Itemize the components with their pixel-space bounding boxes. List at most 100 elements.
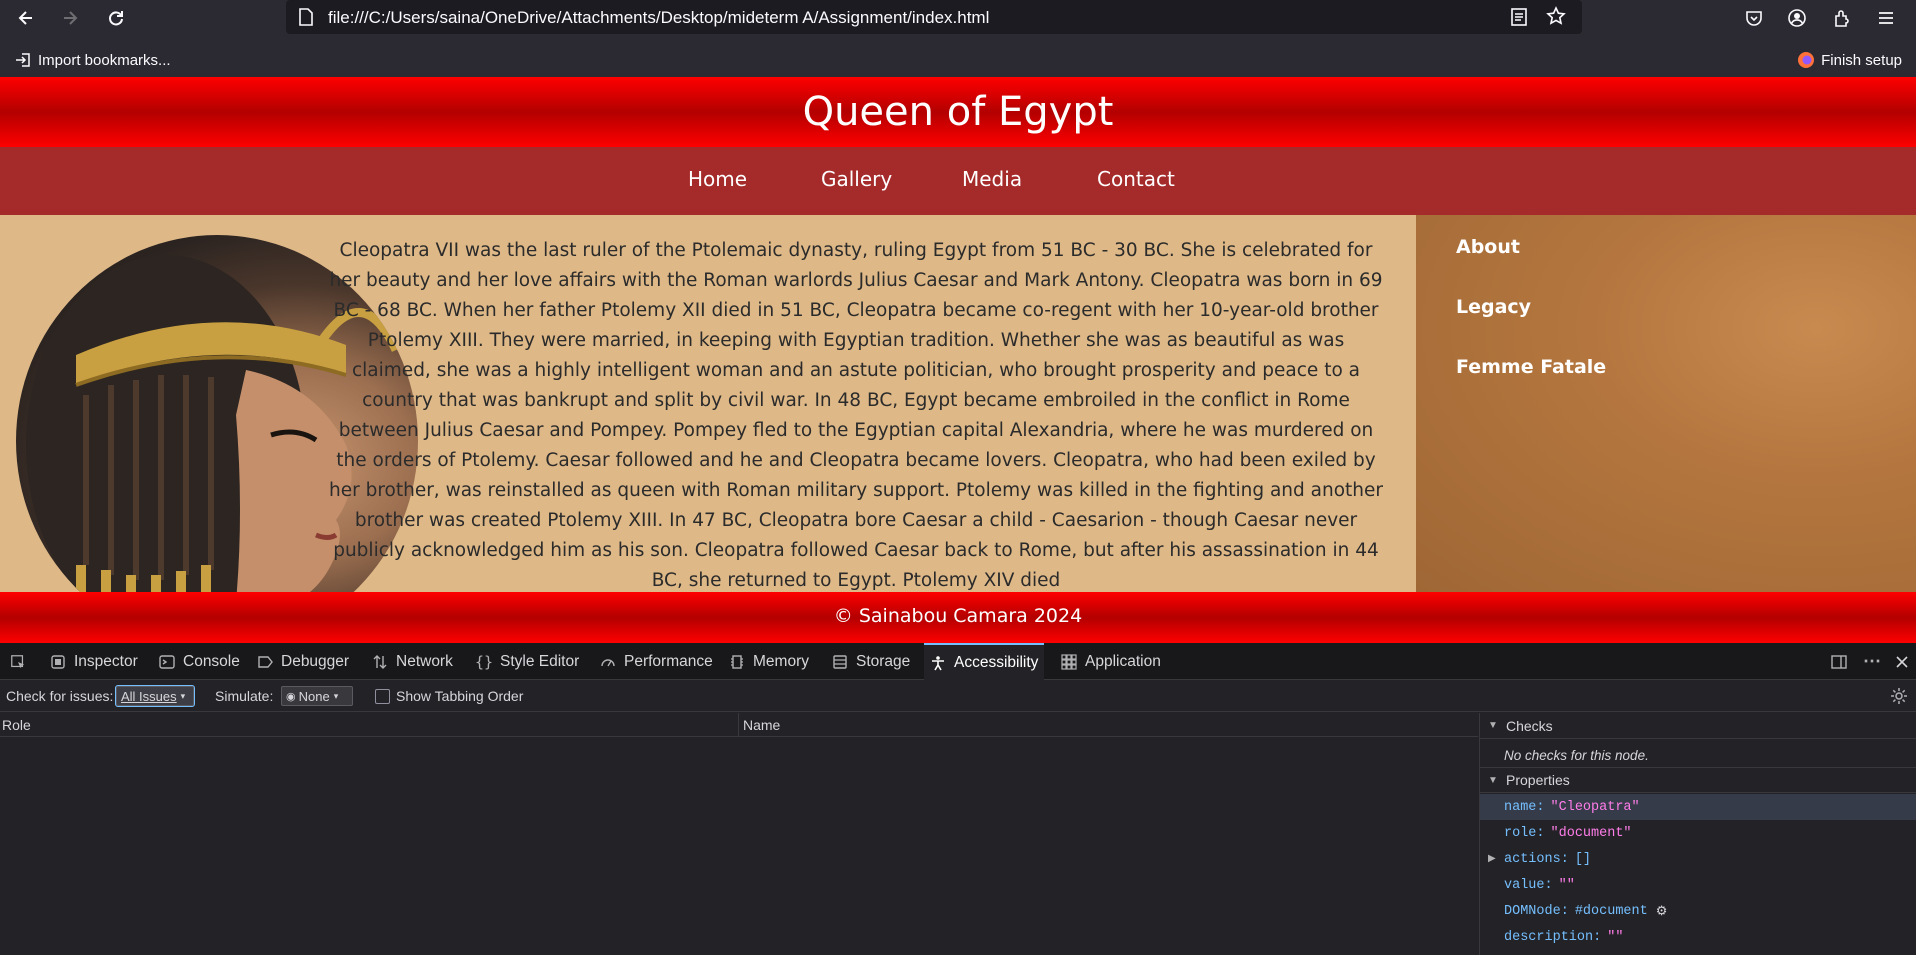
nav-home[interactable]: Home bbox=[688, 167, 747, 191]
property-value: "" bbox=[1558, 877, 1575, 893]
tab-debugger-label: Debugger bbox=[281, 652, 350, 670]
import-bookmarks-button[interactable]: Import bookmarks... bbox=[14, 49, 171, 71]
property-key: value: bbox=[1504, 877, 1553, 893]
column-role[interactable]: Role bbox=[2, 717, 31, 733]
tab-performance-label: Performance bbox=[624, 652, 713, 670]
column-name[interactable]: Name bbox=[743, 717, 780, 733]
extensions-icon[interactable] bbox=[1828, 4, 1856, 32]
sidebar-link-legacy[interactable]: Legacy bbox=[1456, 296, 1531, 318]
sidebar-link-about[interactable]: About bbox=[1456, 236, 1520, 258]
application-icon bbox=[1061, 653, 1077, 670]
property-row[interactable]: name: "Cleopatra" bbox=[1480, 794, 1916, 820]
expand-triangle-icon: ▼ bbox=[1488, 720, 1498, 731]
simulate-select[interactable]: ◉ None ▾ bbox=[281, 686, 353, 706]
debugger-icon bbox=[257, 654, 273, 670]
expand-triangle-icon: ▼ bbox=[1488, 774, 1498, 786]
style-editor-icon: {} bbox=[474, 652, 494, 671]
property-key: actions: bbox=[1504, 851, 1569, 867]
tab-accessibility[interactable]: Accessibility bbox=[924, 643, 1045, 680]
checks-section-header[interactable]: ▼ Checks bbox=[1480, 713, 1916, 739]
url-text[interactable]: file:///C:/Users/saina/OneDrive/Attachme… bbox=[328, 8, 989, 28]
web-page: Queen of Egypt Home Gallery Media Contac… bbox=[0, 77, 1916, 643]
reader-view-icon[interactable] bbox=[1510, 7, 1528, 31]
dock-side-icon[interactable] bbox=[1824, 643, 1854, 680]
performance-icon bbox=[600, 654, 616, 670]
tab-style-editor[interactable]: {} Style Editor bbox=[470, 643, 585, 680]
tab-console-label: Console bbox=[183, 652, 240, 670]
select-arrows-icon: ▾ bbox=[333, 690, 339, 701]
tab-debugger[interactable]: Debugger bbox=[251, 643, 355, 680]
collapsed-triangle-icon[interactable]: ▶ bbox=[1488, 853, 1496, 865]
inspect-node-icon[interactable]: ⚙ bbox=[1656, 904, 1668, 919]
import-bookmarks-label: Import bookmarks... bbox=[38, 51, 171, 69]
bookmark-star-icon[interactable] bbox=[1546, 6, 1566, 30]
accessibility-sidebar: ▼ Checks No checks for this node. ▼ Prop… bbox=[1479, 713, 1916, 955]
tabbing-order-label: Show Tabbing Order bbox=[396, 688, 524, 704]
tab-network[interactable]: Network bbox=[366, 643, 459, 680]
check-issues-value: All Issues bbox=[121, 688, 177, 704]
storage-icon bbox=[832, 654, 848, 670]
tab-application-label: Application bbox=[1085, 652, 1161, 670]
site-footer: © Sainabou Camara 2024 bbox=[0, 592, 1916, 643]
tab-inspector-label: Inspector bbox=[74, 652, 138, 670]
finish-setup-label: Finish setup bbox=[1821, 51, 1902, 69]
accessibility-tree: Role Name bbox=[0, 713, 1478, 955]
account-icon[interactable] bbox=[1783, 4, 1811, 32]
reload-icon[interactable] bbox=[102, 4, 130, 32]
forward-icon[interactable] bbox=[56, 4, 84, 32]
nav-media[interactable]: Media bbox=[962, 167, 1022, 191]
site-nav: Home Gallery Media Contact bbox=[0, 147, 1916, 215]
tab-application[interactable]: Application bbox=[1055, 643, 1167, 680]
back-icon[interactable] bbox=[12, 4, 40, 32]
property-row[interactable]: ▶ actions: [] bbox=[1480, 846, 1916, 872]
tabbing-order-checkbox[interactable] bbox=[375, 689, 390, 704]
checks-heading: Checks bbox=[1506, 717, 1553, 734]
property-value: "document" bbox=[1550, 825, 1632, 841]
tab-network-label: Network bbox=[396, 652, 453, 670]
browser-toolbar: file:///C:/Users/saina/OneDrive/Attachme… bbox=[0, 0, 1916, 36]
pocket-icon[interactable] bbox=[1740, 4, 1768, 32]
console-icon bbox=[159, 654, 175, 670]
accessibility-icon bbox=[930, 655, 946, 671]
tab-storage[interactable]: Storage bbox=[826, 643, 916, 680]
property-row[interactable]: description: "" bbox=[1480, 924, 1916, 950]
tab-performance[interactable]: Performance bbox=[594, 643, 719, 680]
menu-icon[interactable] bbox=[1872, 4, 1900, 32]
property-key: DOMNode: bbox=[1504, 903, 1569, 919]
settings-gear-icon[interactable] bbox=[1890, 687, 1908, 709]
close-devtools-icon[interactable] bbox=[1888, 643, 1916, 680]
tab-storage-label: Storage bbox=[856, 652, 911, 670]
nav-gallery[interactable]: Gallery bbox=[821, 167, 892, 191]
import-icon bbox=[16, 53, 30, 67]
tab-console[interactable]: Console bbox=[153, 643, 246, 680]
properties-section-header[interactable]: ▼ Properties bbox=[1480, 767, 1916, 793]
check-issues-select[interactable]: All Issues ▾ bbox=[115, 685, 195, 707]
network-icon bbox=[372, 654, 388, 670]
nav-contact[interactable]: Contact bbox=[1097, 167, 1175, 191]
tab-accessibility-label: Accessibility bbox=[954, 653, 1039, 671]
sidebar: About Legacy Femme Fatale bbox=[1416, 215, 1916, 592]
check-issues-label: Check for issues: bbox=[6, 688, 114, 704]
checks-empty-message: No checks for this node. bbox=[1504, 748, 1649, 763]
property-row[interactable]: value: "" bbox=[1480, 872, 1916, 898]
finish-setup-button[interactable]: Finish setup bbox=[1797, 49, 1902, 71]
properties-heading: Properties bbox=[1506, 772, 1570, 788]
tree-header: Role Name bbox=[0, 713, 1478, 737]
accessibility-toolbar: Check for issues: All Issues ▾ Simulate:… bbox=[0, 681, 1916, 712]
property-row[interactable]: role: "document" bbox=[1480, 820, 1916, 846]
property-row[interactable]: DOMNode: #document ⚙ bbox=[1480, 898, 1916, 924]
more-options-icon[interactable]: ⋯ bbox=[1857, 643, 1887, 680]
tab-inspector[interactable]: Inspector bbox=[44, 643, 144, 680]
select-arrows-icon: ▾ bbox=[180, 690, 186, 701]
property-key: role: bbox=[1504, 825, 1545, 841]
toolbar-gap bbox=[0, 36, 1916, 44]
pick-element-icon[interactable] bbox=[4, 643, 32, 680]
property-value: "" bbox=[1607, 929, 1624, 945]
inspector-icon bbox=[50, 654, 66, 670]
tab-memory[interactable]: Memory bbox=[723, 643, 815, 680]
column-divider bbox=[738, 713, 739, 737]
sidebar-link-femme-fatale[interactable]: Femme Fatale bbox=[1456, 356, 1606, 378]
url-bar[interactable]: file:///C:/Users/saina/OneDrive/Attachme… bbox=[286, 0, 1582, 34]
property-value: "Cleopatra" bbox=[1550, 799, 1640, 815]
site-title: Queen of Egypt bbox=[802, 89, 1114, 135]
